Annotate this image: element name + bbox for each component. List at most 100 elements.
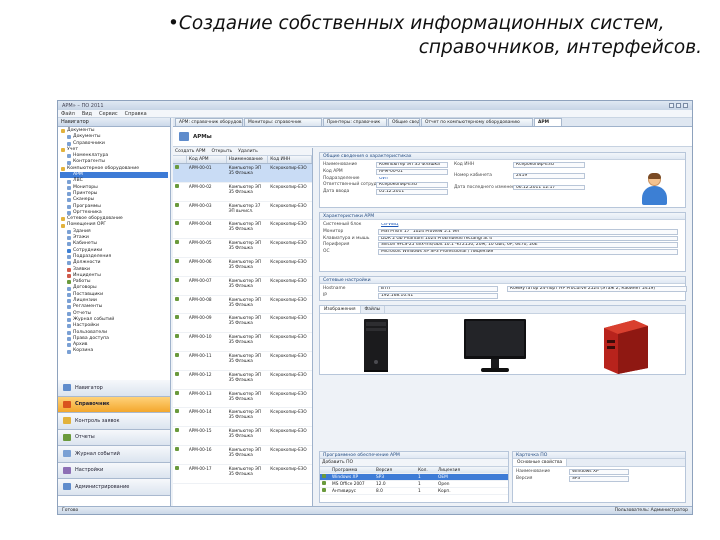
column-header[interactable] [173,156,187,163]
row-marker [173,239,187,245]
field-value[interactable]: 06.12.2011 12:17 [513,184,585,191]
tab-files[interactable]: Файлы [361,306,386,313]
table-row[interactable]: АРМ-00-14 Компьютер ЭП 35 Флэшка Ксерокопи… [173,408,312,428]
item-icon [322,474,326,478]
field-value[interactable]: DDR 2 Gb Phantom 1024 ProEmbedd rectangl… [378,235,678,242]
document-tab[interactable]: Общие сведения [388,118,420,126]
field-value[interactable]: СБ-ИВЦ [378,222,678,228]
field-value[interactable]: SP3 [569,475,629,482]
item-icon [175,409,179,414]
menu-item-file[interactable]: Файл [61,111,75,117]
menu-item-view[interactable]: Вид [82,111,92,117]
table-row[interactable]: АРМ-00-15 Компьютер ЭП 35 Флэшка Ксерокопи… [173,427,312,446]
field-value[interactable]: 2419 [513,173,585,180]
cell-inn: Ксерокопир-ЕЗО [270,352,307,358]
table-row[interactable]: АРМ-00-09 Компьютер ЭП 35 Флэшка Ксерокопи… [173,314,312,334]
field-value[interactable]: ОИТ [376,176,448,182]
document-tab[interactable]: АРМ: справочник оборудования [175,118,243,126]
column-header[interactable] [320,467,330,473]
field-label: Код АРМ [323,168,343,174]
section-button[interactable]: Журнал событий [58,446,170,463]
table-row[interactable]: АРМ-00-05 Компьютер ЭП 35 Флэшка Ксерокопи… [173,239,312,258]
table-row[interactable]: АРМ-00-12 Компьютер ЭП 35 Флэшка Ксерокопи… [173,371,312,390]
status-right: Пользователь: Администратор [614,508,688,513]
create-button[interactable]: Создать АРМ [175,149,206,154]
table-row[interactable]: АРМ-00-04 Компьютер ЭП 35 Флэшка Ксерокопи… [173,220,312,240]
document-tab[interactable]: Отчет по компьютерному оборудованию [421,118,533,126]
column-header[interactable]: Наименование [227,156,269,163]
document-tab[interactable]: Мониторы: справочник [244,118,322,126]
table-row[interactable]: АРМ-00-08 Компьютер ЭП 35 Флэшка Ксерокопи… [173,296,312,315]
tab-properties[interactable]: Основные свойства [513,459,568,466]
open-button[interactable]: Открыть [212,149,233,154]
catalog-icon [179,132,189,141]
row-marker [173,427,187,433]
field-value[interactable]: Ксерокопир-ЕЗО [513,162,585,168]
section-button[interactable]: Администрирование [58,479,170,496]
table-row[interactable]: Антивирус 8.0 1 Корп. [320,488,508,495]
field-value[interactable]: АРМ-00-01 [376,168,448,175]
column-header[interactable]: Кол. [416,467,436,473]
field-value[interactable]: Windows XP [569,469,629,475]
field-value[interactable]: ВТП [378,286,498,292]
table-row[interactable]: АРМ-00-03 Компьютер 37 ЭП вычисл. Ксерокоп… [173,202,312,221]
section-button[interactable]: Справочник [58,396,170,413]
column-header[interactable]: Программа [330,467,374,473]
section-icon [63,400,71,408]
doc-icon [67,236,71,241]
table-row[interactable]: Windows XP SP3 1 OEM [320,474,508,481]
table-row[interactable]: АРМ-00-13 Компьютер ЭП 35 Флэшка Ксерокопи… [173,390,312,409]
delete-button[interactable]: Удалить [238,149,258,154]
field-value[interactable]: 192.168.10.41 [378,292,498,299]
table-row[interactable]: АРМ-00-10 Компьютер ЭП 35 Флэшка Ксерокопи… [173,333,312,352]
field-value[interactable]: Компьютер ЭП 35 Флэшка [376,162,448,168]
field-value[interactable]: MSI Prism 17" 1024 Proview 5.1 Ver [378,228,678,235]
column-header[interactable]: Версия [374,467,416,473]
column-header[interactable]: Лицензия [436,467,476,473]
close-icon[interactable] [683,103,688,108]
field-value[interactable]: 05.12.2011 [376,189,448,195]
table-row[interactable]: АРМ-00-11 Компьютер ЭП 35 Флэшка Ксерокопи… [173,352,312,371]
column-header[interactable]: Код ИНН [268,156,312,163]
tree-item[interactable]: Корзина [60,348,168,354]
minimize-icon[interactable] [669,103,674,108]
network-panel: Сетевые настройки Hostname ВТП IP 192.168.1… [319,276,687,301]
table-row[interactable]: АРМ-00-16 Компьютер ЭП 35 Флэшка Ксерокопи… [173,446,312,465]
section-button[interactable]: Контроль заявок [58,413,170,430]
field-value[interactable]: Silicon 9FLS-25 dvx-ms/Gbit 10.1 -KT2150… [378,242,678,249]
field-value[interactable]: Microsoft Windows XP SP3 Professional / … [378,249,678,255]
maximize-icon[interactable] [676,103,681,108]
section-label: Журнал событий [75,450,120,457]
section-button[interactable]: Навигатор [58,380,170,397]
section-label: Настройки [75,467,104,474]
cell-inn: Ксерокопир-ЕЗО [270,428,307,434]
table-row[interactable]: MS Office 2007 12.0 1 Open [320,481,508,488]
monitor-image[interactable] [463,318,527,374]
add-software-button[interactable]: Добавить ПО [322,460,353,465]
cell-inn: Ксерокопир-ЕЗО [270,446,307,452]
menu-item-help[interactable]: Справка [125,111,147,117]
field-value[interactable]: Коммутатор 24-порт HP ProCurve 2524 (Эта… [507,286,687,292]
panel-title: Общие сведения о характеристиках [320,153,685,160]
menu-item-service[interactable]: Сервис [99,111,118,117]
cell-inn: Ксерокопир-ЕЗО [270,465,307,471]
red-device-image[interactable] [598,318,650,374]
field-value[interactable]: Ксерокопир-ЕЗО [376,182,448,189]
document-tab[interactable]: Принтеры: справочник [323,118,387,126]
table-row[interactable]: АРМ-00-07 Компьютер ЭП 35 Флэшка Ксерокопи… [173,277,312,296]
cell-inn: Ксерокопир-ЕЗО [270,334,307,340]
software-header: Программа Версия Кол. Лицензия [320,467,508,474]
system-unit-image[interactable] [362,318,390,374]
row-marker [173,277,187,283]
document-tab[interactable]: АРМ [534,118,562,126]
column-header[interactable]: Код АРМ [187,156,227,163]
table-row[interactable]: АРМ-00-02 Компьютер ЭП 35 Флэшка Ксерокопи… [173,183,312,202]
tab-images[interactable]: Изображения [320,306,361,313]
table-row[interactable]: АРМ-00-06 Компьютер ЭП 35 Флэшка Ксерокопи… [173,258,312,277]
section-button[interactable]: Настройки [58,462,170,479]
table-row[interactable]: АРМ-00-01 Компьютер ЭП 35 Флэшка Ксерокопи… [173,164,312,183]
doc-icon [67,204,71,209]
table-row[interactable]: АРМ-00-17 Компьютер ЭП 35 Флэшка Ксерокопи… [173,465,312,484]
section-icon [63,450,71,458]
section-button[interactable]: Отчеты [58,429,170,446]
